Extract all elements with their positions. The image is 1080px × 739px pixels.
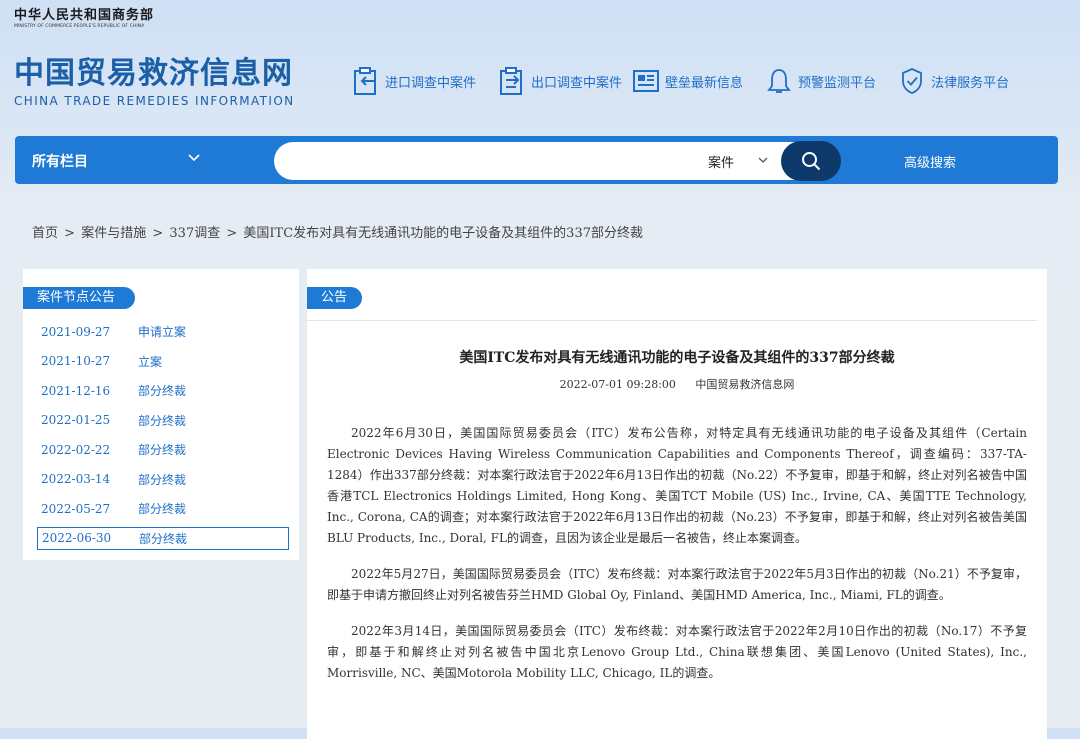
notice-label: 立案	[138, 354, 163, 369]
article-title: 美国ITC发布对具有无线通讯功能的电子设备及其组件的337部分终裁	[459, 350, 895, 366]
notice-label: 部分终裁	[138, 472, 187, 487]
article-meta: 2022-07-01 09:28:00 中国贸易救济信息网	[307, 376, 1047, 392]
notice-date: 2022-01-25	[41, 413, 111, 428]
notice-item-selected[interactable]: 2022-06-30 部分终裁	[37, 526, 289, 550]
breadcrumb-home[interactable]: 首页	[32, 226, 58, 241]
article-source: 中国贸易救济信息网	[695, 378, 795, 391]
notice-label: 部分终裁	[138, 443, 187, 458]
notice-item[interactable]: 2021-10-27 立案	[37, 347, 289, 377]
case-notice-sidebar: 案件节点公告 2021-09-27 申请立案 2021-10-27 立案 2021-…	[23, 269, 299, 560]
notice-label: 部分终裁	[139, 531, 188, 546]
breadcrumb-337[interactable]: 337调查	[169, 226, 220, 241]
article-tag: 公告	[307, 287, 362, 309]
top-nav: 进口调查中案件 出口调查中案件 壁垒最新信息 预警监测平台 法律服务平台	[352, 64, 1031, 98]
nav-export-cases[interactable]: 出口调查中案件	[498, 66, 622, 96]
article-paragraph: 2022年5月27日，美国国际贸易委员会（ITC）发布终裁：对本案行政法官于20…	[327, 567, 1027, 602]
nav-label: 进口调查中案件	[385, 75, 477, 91]
notice-item[interactable]: 2022-02-22 部分终裁	[37, 435, 289, 465]
divider	[307, 320, 1037, 321]
site-logo[interactable]: 中国贸易救济信息网 CHINA TRADE REMEDIES INFORMATI…	[14, 56, 295, 108]
notice-date: 2021-10-27	[41, 354, 111, 369]
search-button[interactable]	[781, 141, 841, 181]
notice-date: 2021-09-27	[41, 324, 111, 339]
ministry-name-en: MINISTRY OF COMMERCE PEOPLE'S REPUBLIC O…	[14, 24, 145, 29]
notice-item[interactable]: 2021-12-16 部分终裁	[37, 376, 289, 406]
notice-date: 2021-12-16	[41, 383, 111, 398]
all-columns-dropdown[interactable]: 所有栏目	[32, 151, 88, 171]
notice-label: 申请立案	[138, 325, 187, 340]
nav-label: 法律服务平台	[931, 75, 1010, 91]
article-datetime: 2022-07-01 09:28:00	[559, 378, 676, 391]
breadcrumb-sep: >	[152, 226, 164, 241]
notice-item[interactable]: 2022-05-27 部分终裁	[37, 494, 289, 524]
search-box: 案件	[274, 142, 839, 180]
nav-warning-platform[interactable]: 预警监测平台	[765, 66, 876, 96]
nav-barrier-info[interactable]: 壁垒最新信息	[632, 67, 743, 95]
nav-label: 壁垒最新信息	[665, 75, 744, 91]
notice-date: 2022-06-30	[42, 531, 112, 545]
article-paragraph: 2022年3月14日，美国国际贸易委员会（ITC）发布终裁：对本案行政法官于20…	[327, 624, 1027, 680]
ministry-brand: 中华人民共和国商务部 MINISTRY OF COMMERCE PEOPLE'S…	[14, 4, 154, 29]
article-paragraph: 2022年6月30日，美国国际贸易委员会（ITC）发布公告称，对特定具有无线通讯…	[327, 426, 1027, 545]
notice-item[interactable]: 2021-09-27 申请立案	[37, 317, 289, 347]
notice-item[interactable]: 2022-03-14 部分终裁	[37, 465, 289, 495]
chevron-down-icon[interactable]	[187, 153, 201, 163]
shield-check-icon	[902, 68, 922, 94]
nav-label: 预警监测平台	[798, 75, 877, 91]
notice-date: 2022-02-22	[41, 442, 111, 457]
search-bar: 所有栏目 案件 高级搜索	[15, 136, 1058, 184]
chevron-down-icon[interactable]	[757, 156, 769, 165]
article-panel: 公告 美国ITC发布对具有无线通讯功能的电子设备及其组件的337部分终裁 202…	[307, 269, 1047, 739]
site-logo-cn: 中国贸易救济信息网	[14, 56, 293, 91]
search-icon	[802, 152, 821, 171]
sidebar-title: 案件节点公告	[23, 287, 135, 309]
category-select[interactable]: 案件	[708, 152, 734, 171]
breadcrumb-sep: >	[226, 226, 238, 241]
import-case-icon	[354, 67, 376, 95]
site-logo-en: CHINA TRADE REMEDIES INFORMATION	[14, 94, 295, 108]
notice-list: 2021-09-27 申请立案 2021-10-27 立案 2021-12-16 部分…	[37, 317, 289, 550]
notice-item[interactable]: 2022-01-25 部分终裁	[37, 406, 289, 436]
bell-icon	[767, 69, 791, 93]
ministry-name-cn: 中华人民共和国商务部	[14, 8, 155, 23]
breadcrumb-cases[interactable]: 案件与措施	[81, 226, 146, 241]
breadcrumb-current: 美国ITC发布对具有无线通讯功能的电子设备及其组件的337部分终裁	[243, 226, 643, 241]
article-body: 2022年6月30日，美国国际贸易委员会（ITC）发布公告称，对特定具有无线通讯…	[327, 423, 1027, 699]
advanced-search-link[interactable]: 高级搜索	[904, 152, 956, 171]
notice-label: 部分终裁	[138, 502, 187, 517]
notice-label: 部分终裁	[138, 384, 187, 399]
barrier-info-icon	[633, 70, 660, 92]
notice-label: 部分终裁	[138, 413, 187, 428]
breadcrumb: 首页 > 案件与措施 > 337调查 > 美国ITC发布对具有无线通讯功能的电子…	[32, 222, 645, 241]
breadcrumb-sep: >	[64, 226, 76, 241]
notice-date: 2022-05-27	[41, 501, 111, 516]
nav-label: 出口调查中案件	[531, 75, 623, 91]
notice-date: 2022-03-14	[41, 472, 111, 487]
nav-import-cases[interactable]: 进口调查中案件	[352, 66, 476, 96]
export-case-icon	[500, 67, 523, 95]
nav-legal-platform[interactable]: 法律服务平台	[898, 66, 1009, 96]
search-input[interactable]	[294, 148, 698, 176]
